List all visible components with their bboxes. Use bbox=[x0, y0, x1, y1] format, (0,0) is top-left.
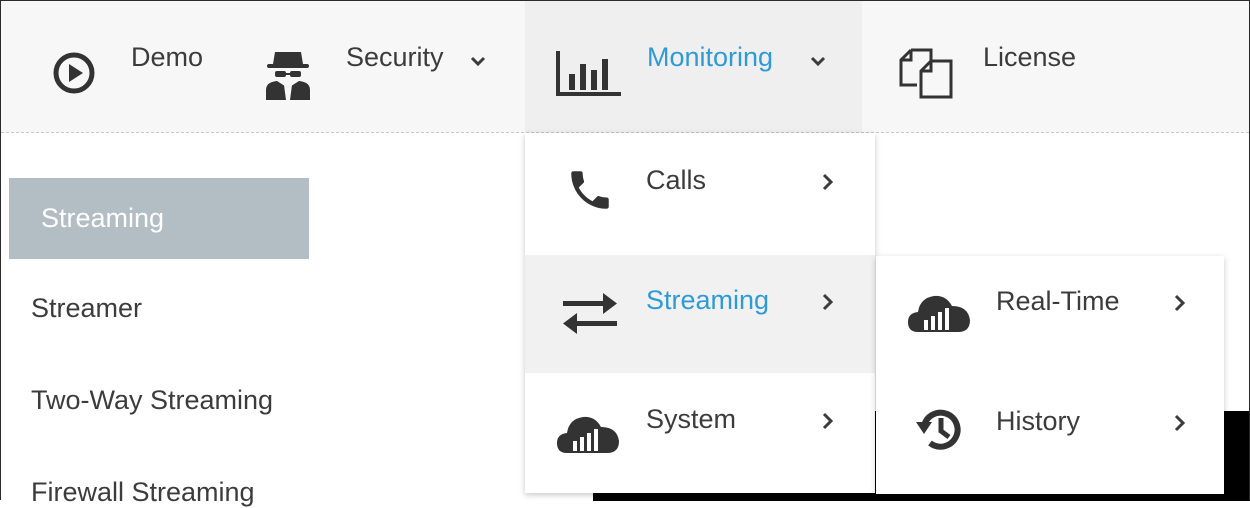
menu-item-system[interactable]: System bbox=[525, 373, 875, 491]
menu-item-streaming[interactable]: Streaming bbox=[525, 255, 875, 373]
monitoring-dropdown: Calls Streaming System bbox=[525, 133, 875, 493]
nav-security-label: Security bbox=[346, 42, 444, 72]
chevron-right-icon bbox=[822, 410, 834, 436]
nav-security[interactable]: Security bbox=[263, 1, 486, 132]
bar-chart-icon bbox=[555, 48, 621, 98]
play-circle-icon bbox=[49, 48, 99, 98]
copy-icon bbox=[897, 47, 955, 99]
sidebar-item-streaming[interactable]: Streaming bbox=[9, 178, 309, 259]
menu-item-label: History bbox=[996, 406, 1081, 436]
nav-license[interactable]: License bbox=[897, 1, 1076, 132]
cloud-chart-icon bbox=[555, 407, 621, 462]
top-navbar: Demo Security Monitoring License bbox=[1, 1, 1249, 133]
sidebar-item-firewall-streaming[interactable]: Firewall Streaming bbox=[31, 477, 255, 508]
phone-icon bbox=[565, 165, 615, 220]
sidebar-item-label: Streaming bbox=[41, 203, 165, 233]
menu-item-real-time[interactable]: Real-Time bbox=[876, 256, 1224, 374]
chevron-down-icon bbox=[470, 48, 486, 74]
sidebar-item-two-way-streaming[interactable]: Two-Way Streaming bbox=[31, 385, 273, 416]
chevron-right-icon bbox=[822, 171, 834, 197]
menu-item-calls[interactable]: Calls bbox=[525, 133, 875, 251]
cloud-chart-icon bbox=[906, 286, 972, 341]
chevron-right-icon bbox=[822, 291, 834, 317]
sidebar-item-streamer[interactable]: Streamer bbox=[31, 293, 142, 324]
menu-item-history[interactable]: History bbox=[876, 374, 1224, 492]
history-icon bbox=[914, 404, 964, 459]
streaming-submenu: Real-Time History bbox=[876, 256, 1224, 494]
menu-item-label: System bbox=[646, 404, 737, 434]
menu-item-label: Real-Time bbox=[996, 286, 1120, 316]
nav-demo[interactable]: Demo bbox=[49, 1, 203, 132]
chevron-right-icon bbox=[1174, 412, 1186, 438]
spy-icon bbox=[263, 44, 313, 102]
menu-item-label: Calls bbox=[646, 165, 707, 195]
nav-monitoring-label: Monitoring bbox=[647, 42, 774, 72]
chevron-right-icon bbox=[1174, 292, 1186, 318]
nav-license-label: License bbox=[983, 42, 1077, 72]
menu-item-label: Streaming bbox=[646, 285, 770, 315]
exchange-arrows-icon bbox=[561, 289, 619, 344]
nav-demo-label: Demo bbox=[131, 42, 204, 72]
chevron-down-icon bbox=[810, 48, 826, 74]
nav-monitoring[interactable]: Monitoring bbox=[525, 1, 862, 132]
